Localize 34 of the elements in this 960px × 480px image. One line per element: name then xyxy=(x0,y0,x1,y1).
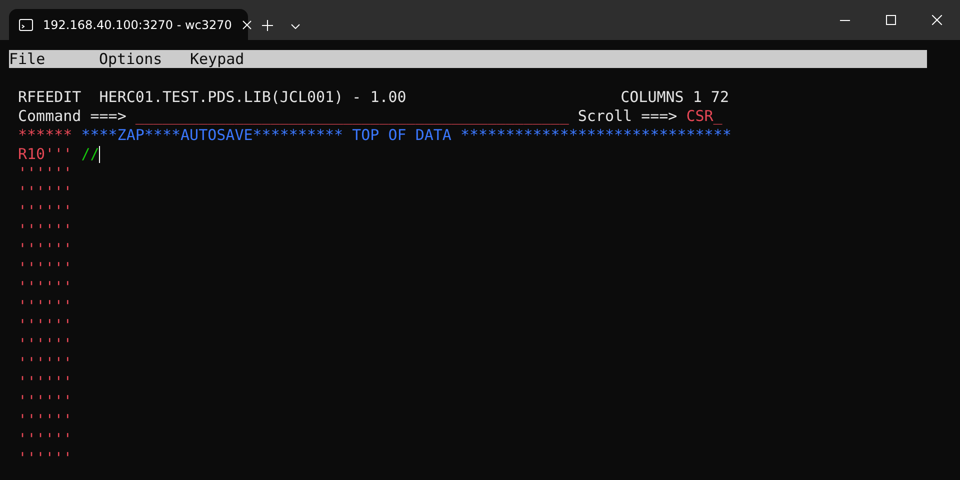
columns-label: COLUMNS 1 72 xyxy=(620,88,729,107)
line-prefix: '''''' xyxy=(18,259,72,278)
line-prefix: '''''' xyxy=(18,221,72,240)
command-field[interactable]: ________________________________________________ xyxy=(135,107,569,126)
line-prefix: '''''' xyxy=(18,449,72,468)
line-text: // xyxy=(81,145,100,164)
line-prefix: '''''' xyxy=(18,392,72,411)
terminal-icon xyxy=(19,18,33,30)
line-prefix: '''''' xyxy=(18,278,72,297)
command-label: Command ===> xyxy=(18,107,126,126)
line-prefix: '''''' xyxy=(18,430,72,449)
line-prefix: '''''' xyxy=(18,240,72,259)
line-prefix: '''''' xyxy=(18,373,72,392)
tab-title: 192.168.40.100:3270 - wc3270 xyxy=(43,18,232,32)
line-prefix: '''''' xyxy=(18,316,72,335)
line-prefix: ****** xyxy=(18,126,72,145)
close-tab-icon[interactable] xyxy=(242,20,252,30)
dropdown-icon[interactable] xyxy=(291,24,300,29)
menu-item[interactable]: Options xyxy=(99,50,190,68)
scroll-field[interactable]: CSR_ xyxy=(686,107,722,126)
line-prefix: '''''' xyxy=(18,297,72,316)
line-prefix: '''''' xyxy=(18,354,72,373)
new-tab-icon[interactable] xyxy=(262,20,273,31)
menu-item[interactable]: File xyxy=(9,50,99,68)
line-prefix: '''''' xyxy=(18,335,72,354)
dataset-title: RFEEDIT HERC01.TEST.PDS.LIB(JCL001) - 1.00 xyxy=(18,88,406,107)
scroll-label: Scroll ===> xyxy=(578,107,678,126)
line-prefix: '''''' xyxy=(18,164,72,183)
top-of-data-line: ****ZAP****AUTOSAVE********** TOP OF DATA ****************************** xyxy=(81,126,732,145)
menu-item[interactable]: Keypad xyxy=(190,50,270,68)
line-prefix: '''''' xyxy=(18,183,72,202)
line-prefix: '''''' xyxy=(18,411,72,430)
line-prefix: R10''' xyxy=(18,145,72,164)
line-prefix: '''''' xyxy=(18,202,72,221)
